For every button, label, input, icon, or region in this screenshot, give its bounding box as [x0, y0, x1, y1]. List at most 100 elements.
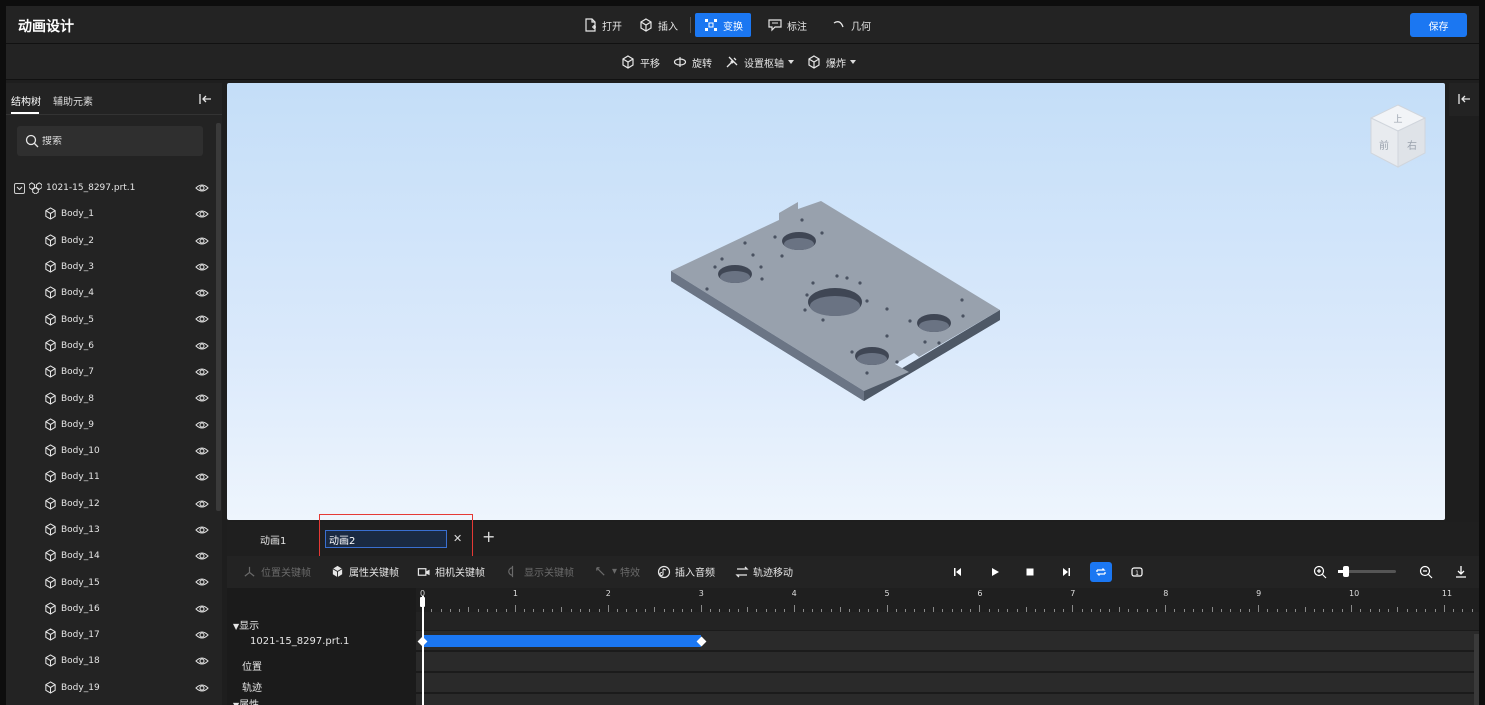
visibility-eye-icon[interactable]	[195, 602, 209, 616]
position-keyframe-button[interactable]: 位置关键帧	[243, 564, 311, 579]
ruler-tick	[793, 605, 795, 612]
visibility-eye-icon[interactable]	[195, 497, 209, 511]
tree-item[interactable]: Body_10	[6, 438, 214, 464]
zoom-slider-handle[interactable]	[1343, 566, 1349, 577]
visibility-eye-icon[interactable]	[195, 681, 209, 695]
rotate-button[interactable]: 旋转	[666, 50, 718, 74]
property-track-group[interactable]: ▼属性	[233, 696, 259, 705]
file-add-icon	[582, 17, 598, 33]
ruler-tick	[1443, 605, 1445, 612]
repeat-once-icon[interactable]: 1	[1129, 564, 1145, 580]
visibility-eye-icon[interactable]	[195, 575, 209, 589]
animation-tab-1[interactable]: 动画1	[260, 532, 286, 547]
visibility-eye-icon[interactable]	[195, 234, 209, 248]
property-keyframe-button[interactable]: 属性关键帧	[331, 564, 399, 579]
keyframe-segment[interactable]	[422, 635, 701, 647]
track-move-button[interactable]: 轨迹移动	[735, 564, 793, 579]
open-button[interactable]: 打开	[574, 13, 630, 37]
explode-dropdown[interactable]: 爆炸	[800, 50, 862, 74]
tree-item[interactable]: Body_14	[6, 543, 214, 569]
tab-auxiliary-elements[interactable]: 辅助元素	[53, 93, 93, 108]
animation-tab-name-input[interactable]	[325, 530, 447, 548]
visibility-eye-icon[interactable]	[195, 260, 209, 274]
camera-keyframe-button[interactable]: 相机关键帧	[417, 564, 485, 579]
tree-item[interactable]: Body_9	[6, 412, 214, 438]
track-object-label[interactable]: 1021-15_8297.prt.1	[250, 636, 349, 647]
collapse-left-icon[interactable]	[198, 92, 212, 106]
timeline[interactable]: 0 1 2 3 4 5 6 7 8 9 10 11	[416, 588, 1479, 705]
tree-item[interactable]: Body_17	[6, 622, 214, 648]
add-tab-icon[interactable]: +	[482, 527, 495, 546]
tree-item[interactable]: Body_6	[6, 333, 214, 359]
tree-root-item[interactable]: 1021-15_8297.prt.1	[6, 175, 214, 201]
effects-dropdown[interactable]: ▾ 特效	[594, 564, 640, 579]
close-tab-icon[interactable]: ✕	[453, 532, 462, 545]
playhead-handle[interactable]	[420, 597, 425, 607]
visibility-eye-icon[interactable]	[195, 523, 209, 537]
move-button[interactable]: 平移	[614, 50, 666, 74]
visibility-eye-icon[interactable]	[195, 628, 209, 642]
download-icon[interactable]	[1453, 564, 1469, 580]
tree-item[interactable]: Body_12	[6, 491, 214, 517]
track-trajectory-label[interactable]: 轨迹	[242, 679, 262, 694]
visibility-eye-icon[interactable]	[195, 418, 209, 432]
visibility-eye-icon[interactable]	[195, 444, 209, 458]
tree-item[interactable]: Body_16	[6, 596, 214, 622]
tree-item[interactable]: Body_19	[6, 675, 214, 701]
visibility-eye-icon[interactable]	[195, 339, 209, 353]
timeline-ruler[interactable]: 0 1 2 3 4 5 6 7 8 9 10 11	[416, 588, 1479, 612]
tree-item[interactable]: Body_2	[6, 228, 214, 254]
annotation-button[interactable]: 标注	[759, 13, 815, 37]
ruler-tick	[1258, 605, 1260, 612]
loop-icon[interactable]	[1090, 562, 1112, 582]
display-track-group[interactable]: ▼显示	[233, 617, 259, 632]
tree-item[interactable]: Body_13	[6, 517, 214, 543]
stop-icon[interactable]	[1022, 564, 1038, 580]
visibility-eye-icon[interactable]	[195, 286, 209, 300]
collapse-tree-icon[interactable]	[14, 182, 25, 194]
tree-scrollbar[interactable]	[216, 123, 221, 511]
visibility-eye-icon[interactable]	[195, 654, 209, 668]
step-backward-icon[interactable]	[950, 564, 966, 580]
visibility-eye-icon[interactable]	[195, 365, 209, 379]
model-plate[interactable]	[227, 83, 1445, 520]
zoom-slider[interactable]	[1338, 566, 1396, 577]
geometry-button[interactable]: 几何	[823, 13, 879, 37]
search-input[interactable]	[42, 135, 192, 147]
insert-audio-button[interactable]: 插入音频	[657, 564, 715, 579]
insert-button[interactable]: 插入	[630, 13, 686, 37]
visibility-eye-icon[interactable]	[195, 181, 209, 195]
tree-item[interactable]: Body_15	[6, 569, 214, 595]
tree-item[interactable]: Body_1	[6, 201, 214, 227]
playhead[interactable]	[422, 596, 424, 705]
timeline-scrollbar[interactable]	[1474, 634, 1479, 705]
visibility-eye-icon[interactable]	[195, 312, 209, 326]
view-cube[interactable]: 上 前 右	[1367, 103, 1429, 171]
tree-item[interactable]: Body_18	[6, 648, 214, 674]
zoom-out-icon[interactable]	[1418, 564, 1434, 580]
visibility-eye-icon[interactable]	[195, 470, 209, 484]
play-icon[interactable]	[987, 564, 1003, 580]
tree-item[interactable]: Body_4	[6, 280, 214, 306]
tree-item[interactable]: Body_5	[6, 306, 214, 332]
tree-item[interactable]: Body_11	[6, 464, 214, 490]
3d-viewport[interactable]: 上 前 右	[227, 83, 1445, 520]
step-forward-icon[interactable]	[1058, 564, 1074, 580]
ruler-tick	[700, 605, 702, 612]
transform-button[interactable]: 变换	[695, 13, 751, 37]
visibility-eye-icon[interactable]	[195, 549, 209, 563]
tree-item[interactable]: Body_8	[6, 385, 214, 411]
save-button[interactable]: 保存	[1410, 13, 1467, 37]
visibility-eye-icon[interactable]	[195, 207, 209, 221]
track-position-label[interactable]: 位置	[242, 658, 262, 673]
set-pivot-dropdown[interactable]: 设置枢轴	[718, 50, 800, 74]
cube-icon	[44, 312, 58, 327]
right-panel-toggle[interactable]	[1449, 83, 1479, 116]
tree-item[interactable]: Body_7	[6, 359, 214, 385]
visibility-eye-icon[interactable]	[195, 391, 209, 405]
tree-item[interactable]: Body_3	[6, 254, 214, 280]
zoom-in-icon[interactable]	[1312, 564, 1328, 580]
display-keyframe-button[interactable]: 显示关键帧	[506, 564, 574, 579]
tab-structure-tree[interactable]: 结构树	[11, 93, 41, 108]
ruler-tick-label: 6	[977, 589, 983, 598]
